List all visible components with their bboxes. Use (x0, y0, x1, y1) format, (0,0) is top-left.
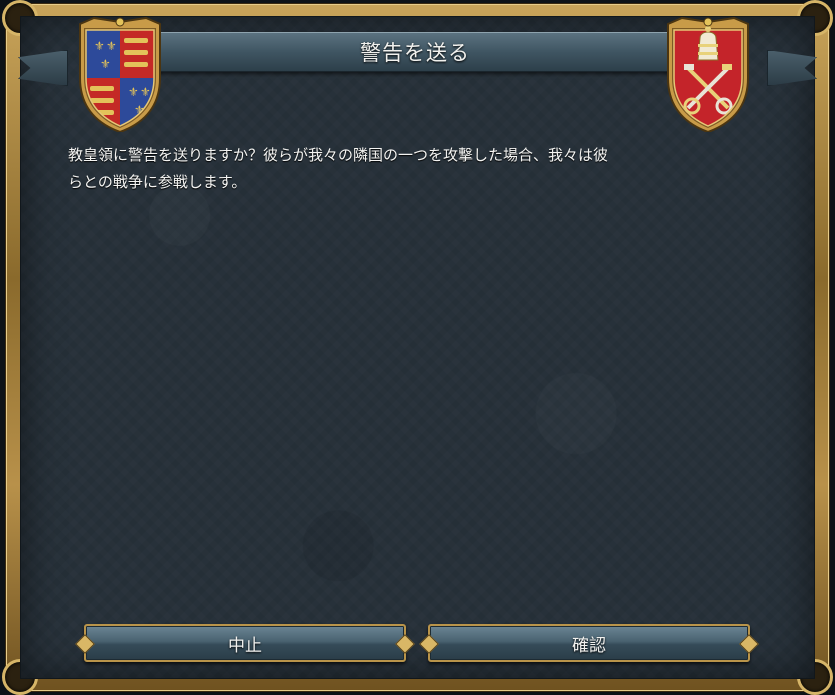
cancel-button-label: 中止 (228, 635, 262, 656)
confirm-button-label: 確認 (572, 635, 606, 656)
svg-text:⚜: ⚜ (140, 85, 151, 99)
papal-keys-shield-icon (667, 16, 749, 132)
warning-message: 教皇領に警告を送りますか？彼らが我々の隣国の一つを攻撃した場合、我々は彼 らとの… (68, 146, 609, 191)
svg-text:⚜: ⚜ (100, 57, 111, 71)
confirm-button[interactable]: 確認 (419, 624, 759, 662)
svg-text:⚜: ⚜ (106, 39, 117, 53)
svg-text:⚜: ⚜ (94, 39, 105, 53)
dialog-title: 警告を送る (360, 41, 470, 65)
cancel-button[interactable]: 中止 (75, 624, 415, 662)
england-royal-arms-shield-icon: ⚜ ⚜ ⚜ ⚜ ⚜ ⚜ (79, 16, 161, 132)
send-warning-dialog: 警告を送る ⚜ ⚜ ⚜ ⚜ ⚜ ⚜ 教皇領に警告を送りますか？彼らが我々の隣国の… (0, 0, 835, 695)
svg-text:⚜: ⚜ (128, 85, 139, 99)
title-banner: 警告を送る (155, 32, 675, 72)
